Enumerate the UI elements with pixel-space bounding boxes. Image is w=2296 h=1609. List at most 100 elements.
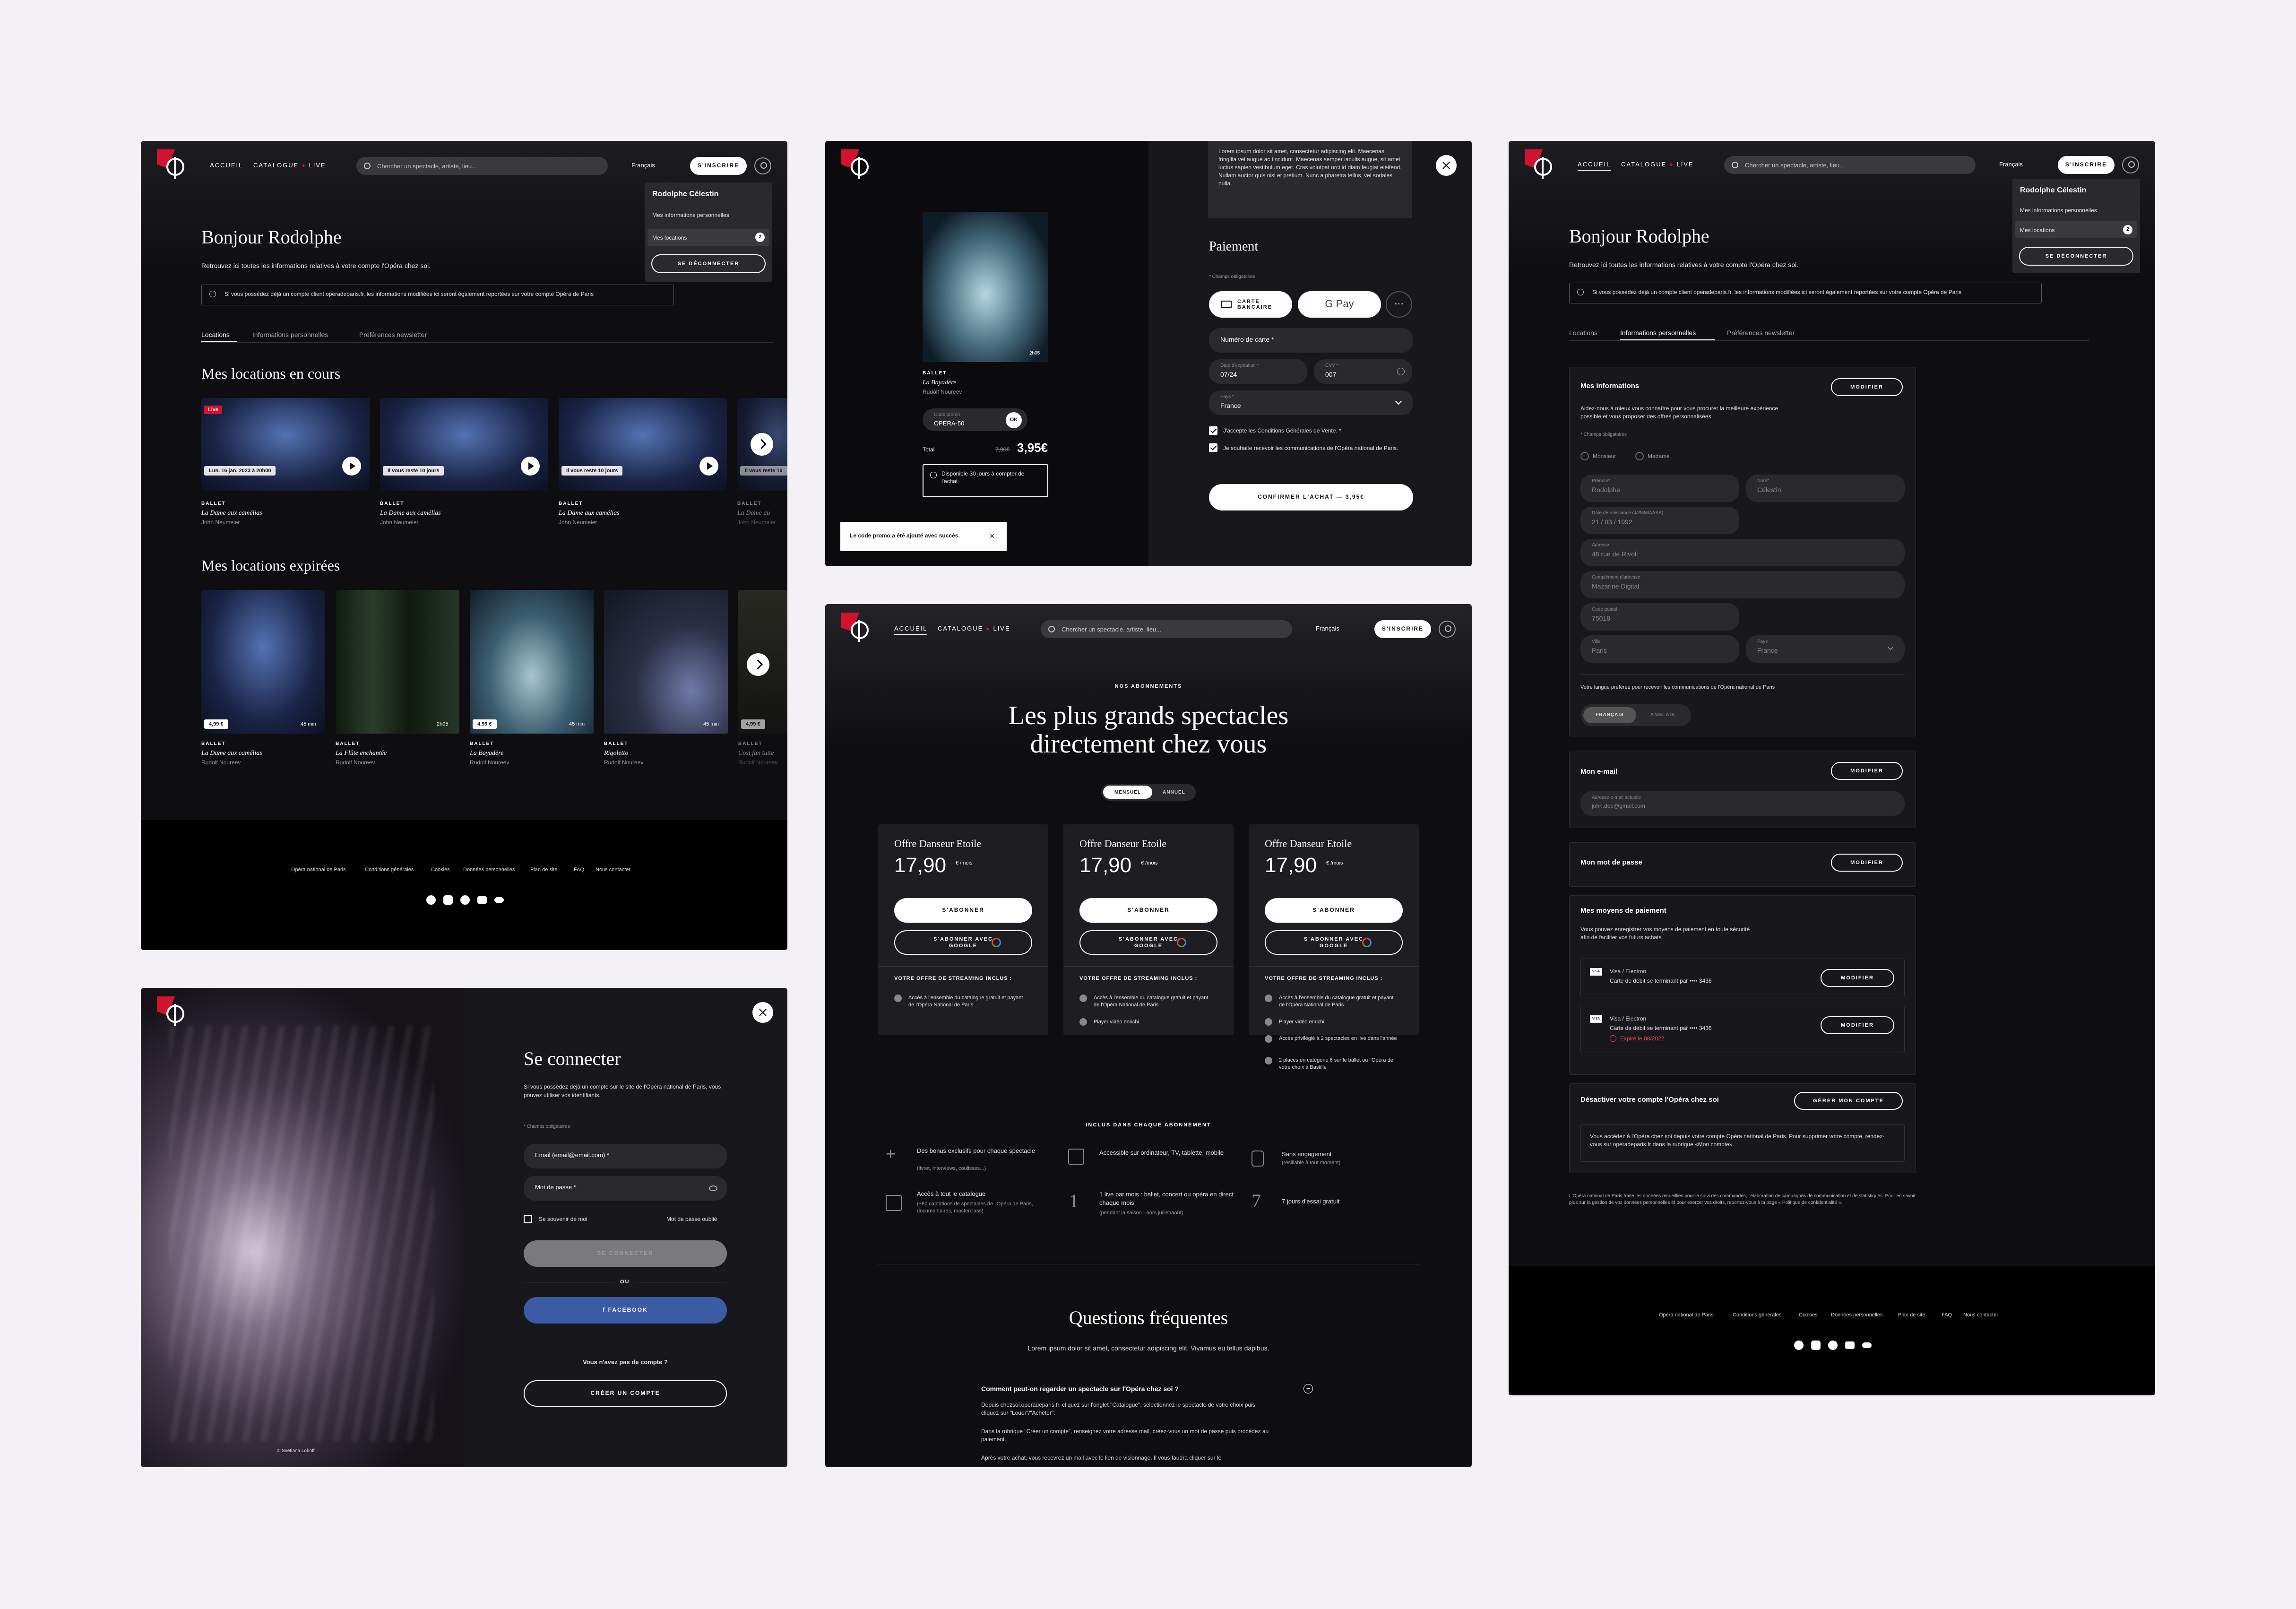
signup-button[interactable]: S'INSCRIRE — [2058, 156, 2115, 174]
close-icon[interactable] — [1436, 155, 1457, 176]
modify-info-button[interactable]: MODIFIER — [1831, 378, 1903, 396]
subscribe-button[interactable]: S'ABONNER — [894, 898, 1032, 923]
twitter-icon[interactable] — [1828, 1341, 1838, 1350]
dob-field[interactable]: Date de naissance (JJ/MM/AAAA) 21 / 03 / … — [1580, 507, 1739, 534]
nav-accueil[interactable]: ACCUEIL — [1578, 161, 1611, 168]
tab-personal-info[interactable]: Informations personnelles — [1620, 329, 1696, 337]
nav-live[interactable]: ● LIVE — [1669, 161, 1694, 168]
subscribe-button[interactable]: S'ABONNER — [1079, 898, 1217, 923]
logout-button[interactable]: SE DÉCONNECTER — [651, 254, 766, 273]
lang-fr-option[interactable]: FRANÇAIS — [1583, 707, 1636, 723]
opera-logo[interactable] — [841, 613, 872, 643]
modify-email-button[interactable]: MODIFIER — [1831, 762, 1903, 780]
facebook-icon[interactable] — [426, 895, 436, 905]
next-arrow-icon[interactable] — [747, 653, 769, 676]
lastname-field[interactable]: Nom* Célestin — [1746, 475, 1905, 502]
youtube-icon[interactable] — [1845, 1341, 1855, 1349]
current-rental-thumb[interactable] — [559, 398, 727, 491]
yearly-option[interactable]: ANNUEL — [1153, 786, 1195, 799]
email-input[interactable]: Email (email@email.com) * — [524, 1144, 727, 1168]
info-country-select[interactable]: Pays France — [1746, 635, 1905, 663]
modify-card-button[interactable]: MODIFIER — [1821, 969, 1894, 987]
tab-newsletter[interactable]: Préférences newsletter — [1727, 329, 1795, 337]
password-input[interactable]: Mot de passe * — [524, 1176, 727, 1201]
newsletter-checkbox[interactable] — [1209, 443, 1217, 452]
subscribe-google-button[interactable]: S'ABONNER AVEC GOOGLE — [894, 930, 1032, 955]
footer-link[interactable]: Plan de site — [1898, 1312, 1925, 1318]
promo-ok-button[interactable]: OK — [1006, 412, 1022, 428]
city-field[interactable]: Ville Paris — [1580, 635, 1739, 663]
nav-accueil[interactable]: ACCUEIL — [894, 625, 927, 632]
cvv-field[interactable]: CVV * 007 — [1314, 359, 1412, 384]
footer-link[interactable]: Opéra national de Paris — [291, 867, 346, 873]
soundcloud-icon[interactable] — [1862, 1342, 1872, 1348]
opera-logo[interactable] — [157, 149, 187, 180]
card-number-field[interactable]: Numéro de carte * — [1209, 328, 1413, 353]
zip-field[interactable]: Code postal 75018 — [1580, 603, 1739, 631]
tab-locations[interactable]: Locations — [201, 331, 230, 338]
instagram-icon[interactable] — [1811, 1341, 1821, 1350]
footer-link[interactable]: Données personnelles — [1831, 1312, 1882, 1318]
footer-link[interactable]: FAQ — [1942, 1312, 1952, 1318]
lang-en-option[interactable]: ANGLAIS — [1637, 707, 1688, 723]
cgv-checkbox[interactable] — [1209, 426, 1217, 435]
modify-password-button[interactable]: MODIFIER — [1831, 854, 1903, 872]
manage-account-button[interactable]: GÉRER MON COMPTE — [1794, 1092, 1903, 1110]
current-rental-thumb[interactable] — [380, 398, 548, 491]
subscribe-google-button[interactable]: S'ABONNER AVEC GOOGLE — [1079, 930, 1217, 955]
tab-personal-info[interactable]: Informations personnelles — [252, 331, 328, 338]
user-avatar-icon[interactable] — [1439, 621, 1456, 638]
expiry-field[interactable]: Date d'expiration * 07/24 — [1209, 359, 1307, 384]
login-submit-button[interactable]: SE CONNECTER — [524, 1240, 727, 1267]
signup-button[interactable]: S'INSCRIRE — [1374, 620, 1431, 638]
forgot-password-link[interactable]: Mot de passe oublié — [666, 1216, 717, 1222]
nav-catalogue[interactable]: CATALOGUE — [938, 625, 983, 632]
modify-card-button[interactable]: MODIFIER — [1821, 1016, 1894, 1034]
email-field[interactable]: Adresse e-mail actuelle john.doe@gmail.co… — [1580, 791, 1905, 816]
twitter-icon[interactable] — [460, 895, 470, 905]
opera-logo[interactable] — [1525, 149, 1555, 180]
card-payment-button[interactable]: CARTE BANCAIRE — [1209, 291, 1292, 318]
instagram-icon[interactable] — [443, 895, 453, 905]
user-avatar-icon[interactable] — [2122, 156, 2139, 173]
tab-newsletter[interactable]: Préférences newsletter — [359, 331, 427, 338]
create-account-button[interactable]: CRÉER UN COMPTE — [524, 1380, 727, 1407]
more-payment-options-icon[interactable]: ⋯ — [1386, 291, 1412, 318]
subscribe-google-button[interactable]: S'ABONNER AVEC GOOGLE — [1265, 930, 1403, 955]
address-field[interactable]: Adresse 48 rue de Rivoli — [1580, 539, 1905, 566]
address2-field[interactable]: Complément d'adresse Mazarine Digital — [1580, 571, 1905, 598]
footer-link[interactable]: Cookies — [431, 867, 450, 873]
close-icon[interactable] — [752, 1002, 773, 1023]
expired-rental-thumb[interactable] — [470, 590, 594, 734]
cvv-info-icon[interactable] — [1397, 368, 1405, 375]
footer-link[interactable]: Données personnelles — [463, 867, 515, 873]
language-selector[interactable]: Français — [1316, 625, 1339, 632]
footer-link[interactable]: Conditions générales — [365, 867, 414, 873]
dropdown-personal-info[interactable]: Mes informations personnelles — [2020, 207, 2097, 214]
footer-link[interactable]: Conditions générales — [1733, 1312, 1781, 1318]
search-input[interactable]: Chercher un spectacle, artiste, lieu... — [1041, 620, 1292, 638]
user-avatar-icon[interactable] — [754, 157, 771, 174]
footer-link[interactable]: Opéra national de Paris — [1659, 1312, 1714, 1318]
nav-catalogue[interactable]: CATALOGUE — [253, 162, 299, 169]
search-input[interactable]: Chercher un spectacle, artiste, lieu... — [1724, 156, 1976, 174]
dropdown-personal-info[interactable]: Mes informations personnelles — [652, 212, 729, 218]
mr-radio[interactable] — [1580, 452, 1589, 460]
tab-locations[interactable]: Locations — [1569, 329, 1597, 337]
logout-button[interactable]: SE DÉCONNECTER — [2019, 247, 2133, 266]
toast-close-icon[interactable]: × — [990, 531, 995, 541]
expired-rental-thumb[interactable] — [201, 590, 325, 734]
play-icon[interactable] — [342, 457, 361, 476]
nav-live[interactable]: ● LIVE — [302, 162, 326, 169]
remember-me-checkbox[interactable] — [524, 1215, 532, 1223]
footer-link[interactable]: Plan de site — [530, 867, 557, 873]
language-selector[interactable]: Français — [1999, 161, 2023, 168]
nav-accueil[interactable]: ACCUEIL — [210, 162, 243, 169]
footer-link[interactable]: Cookies — [1799, 1312, 1818, 1318]
signup-button[interactable]: S'INSCRIRE — [690, 157, 747, 175]
play-icon[interactable] — [699, 457, 718, 476]
play-icon[interactable] — [521, 457, 540, 476]
footer-link[interactable]: Nous contacter — [1963, 1312, 1998, 1318]
country-select[interactable]: Pays * France — [1209, 390, 1413, 415]
facebook-login-button[interactable]: f FACEBOOK — [524, 1297, 727, 1324]
